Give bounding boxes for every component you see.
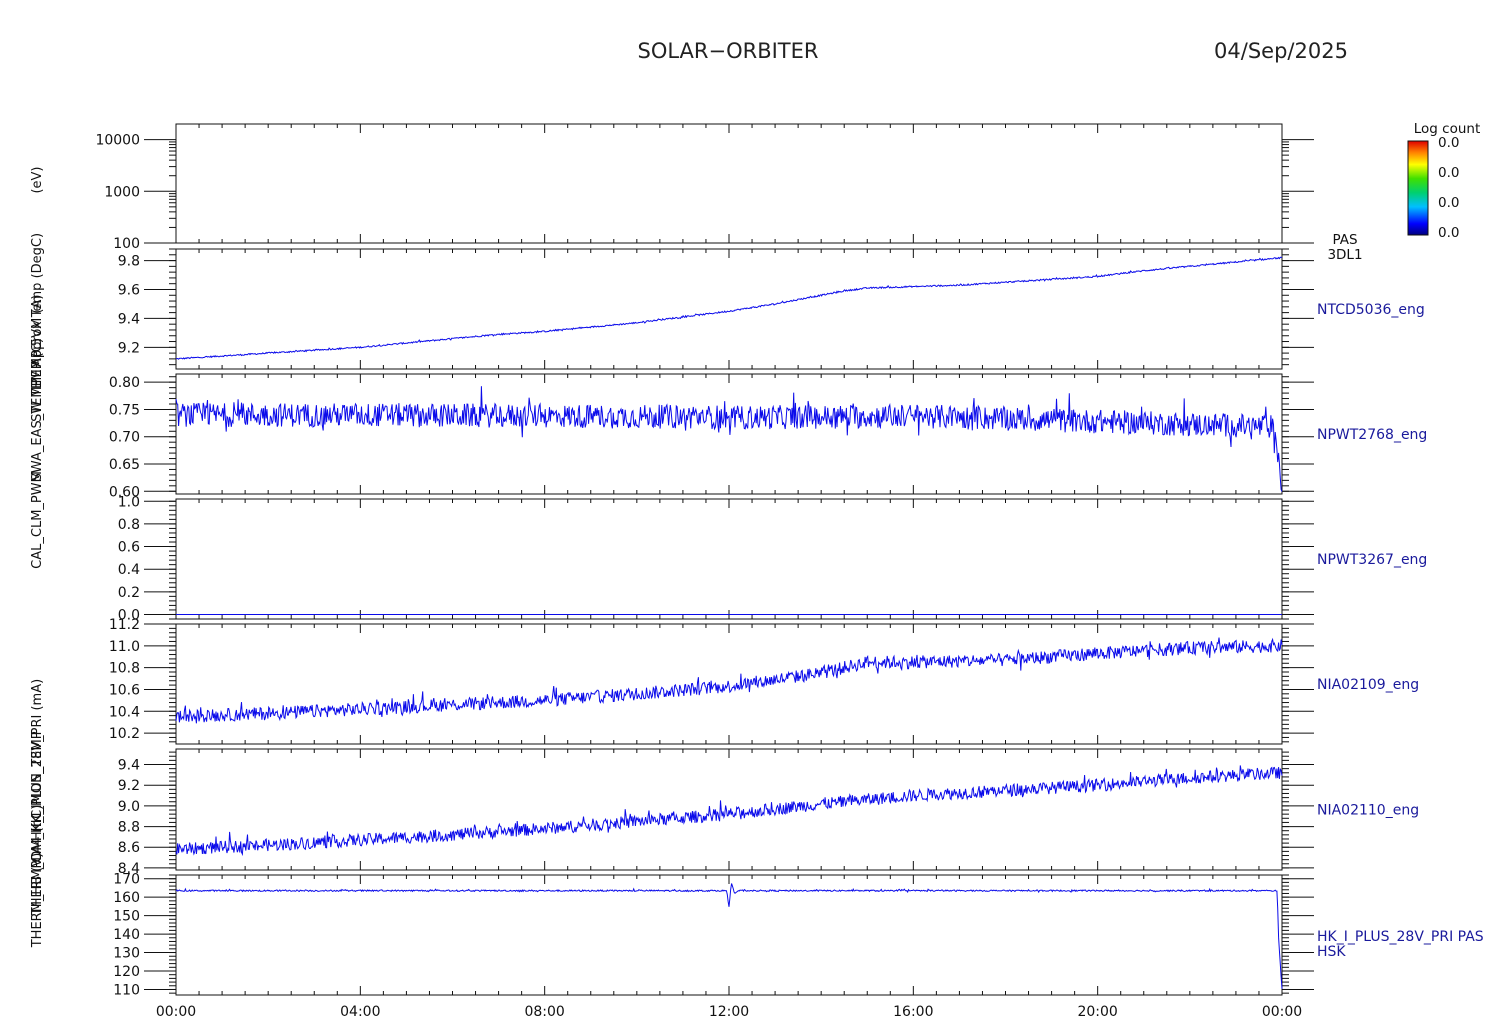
colorbar: Log count 0.0 0.0 0.0 0.0 [1407, 121, 1480, 241]
series-line [175, 883, 1283, 989]
y-tick-label: 10.2 [109, 726, 140, 742]
y-tick-label: 1.0 [118, 494, 140, 510]
panel-frame [175, 373, 1283, 495]
y-tick-label: 9.4 [118, 758, 140, 774]
series-line [175, 256, 1282, 360]
colorbar-gradient [1407, 140, 1429, 236]
x-axis: 00:00 04:00 08:00 12:00 16:00 20:00 00:00 [156, 1004, 1302, 1020]
panel-label: NTCD5036_eng [1317, 302, 1425, 318]
colorbar-label: 0.0 [1438, 135, 1459, 151]
y-tick-label: 170 [113, 872, 140, 888]
x-tick-label: 00:00 [1262, 1004, 1302, 1020]
y-tick-label: 8.8 [118, 820, 140, 836]
y-tick-label: 8.6 [118, 840, 140, 856]
series-line [175, 386, 1283, 492]
x-tick-label: 20:00 [1077, 1004, 1117, 1020]
data-plot: SOLAR−ORBITER 04/Sep/2025 Log count 0.0 … [30, 39, 1484, 1020]
panel-1: 100 1000 10000 PAS3DL1 [95, 123, 1363, 263]
y-tick-label: 11.0 [109, 639, 140, 655]
panel-2: 9.2 9.4 9.6 9.8 NTCD5036_eng [118, 248, 1425, 370]
y-tick-label: 100 [113, 236, 140, 252]
y-axis-label: (eV) [30, 166, 45, 193]
colorbar-label: 0.0 [1438, 225, 1459, 241]
y-tick-label: 0.70 [109, 430, 140, 446]
y-ticks: 100 1000 10000 [95, 133, 1314, 252]
panel-7: 110 120 130 140 150 160 170 HK_I_PLUS_28V_PRI P… [113, 872, 1484, 999]
x-tick-label: 16:00 [893, 1004, 933, 1020]
y-axis-label: THERM_HB (V) [30, 853, 45, 949]
y-tick-label: 9.0 [118, 799, 140, 815]
y-tick-label: 0.8 [118, 517, 140, 533]
colorbar-label: 0.0 [1438, 195, 1459, 211]
y-tick-label: 160 [113, 890, 140, 906]
y-tick-label: 150 [113, 909, 140, 925]
x-tick-label: 12:00 [709, 1004, 749, 1020]
panel-frame [175, 123, 1283, 244]
panel-6: 8.48.68.89.09.29.4NIA02110_eng [118, 748, 1419, 877]
panels: 100 1000 10000 PAS3DL1 9.2 9.4 9.6 9.8 NTCD5036_… [95, 123, 1484, 999]
y-tick-label: 11.2 [109, 617, 140, 633]
y-tick-label: 10.6 [109, 682, 140, 698]
y-tick-label: 9.4 [118, 311, 140, 327]
panel-label: NIA02109_eng [1317, 677, 1419, 693]
panel-5: 10.2 10.4 10.6 10.8 11.0 11.2 NIA02109_eng [109, 617, 1419, 745]
series-line [175, 637, 1283, 724]
panel-label: NPWT2768_eng [1317, 427, 1427, 443]
y-tick-label: 0.65 [109, 457, 140, 473]
y-ticks: 0.600.650.700.750.80 [109, 375, 1314, 500]
y-axis-labels: (eV)Approx Temp (DegC)TEMP 5VM (A)SW TEM… [30, 166, 45, 948]
series-line [175, 765, 1283, 857]
colorbar-label: 0.0 [1438, 165, 1459, 181]
panel-label: HSK [1317, 944, 1346, 960]
y-tick-label: 110 [113, 982, 140, 998]
panel-label: PAS [1332, 232, 1357, 248]
plot-date: 04/Sep/2025 [1214, 39, 1348, 63]
panel-label: NIA02110_eng [1317, 803, 1419, 819]
panel-label: HK_I_PLUS_28V_PRI PAS [1317, 929, 1484, 945]
y-tick-label: 9.8 [118, 254, 140, 270]
x-tick-label: 04:00 [340, 1004, 380, 1020]
y-tick-label: 10000 [95, 133, 140, 149]
y-tick-label: 9.2 [118, 778, 140, 794]
y-ticks: 9.2 9.4 9.6 9.8 [118, 248, 1314, 366]
y-ticks: 0.00.20.40.60.81.0 [118, 494, 1314, 623]
panel-3: 0.600.650.700.750.80NPWT2768_eng [109, 373, 1427, 500]
panel-label: 3DL1 [1327, 247, 1362, 263]
y-tick-label: 9.6 [118, 282, 140, 298]
y-tick-label: 0.75 [109, 402, 140, 418]
y-tick-label: 0.6 [118, 540, 140, 556]
y-tick-label: 1000 [104, 184, 140, 200]
y-ticks: 10.2 10.4 10.6 10.8 11.0 11.2 [109, 617, 1314, 743]
x-tick-label: 00:00 [156, 1004, 196, 1020]
panel-frame [175, 874, 1283, 996]
y-tick-label: 0.80 [109, 375, 140, 391]
y-tick-label: 10.8 [109, 661, 140, 677]
panel-frame [175, 748, 1283, 871]
y-tick-label: 0.2 [118, 585, 140, 601]
panel-frame [175, 248, 1283, 370]
y-axis-label: CAL_CLM_PWM [30, 471, 45, 569]
mission-title: SOLAR−ORBITER [637, 39, 818, 63]
y-tick-label: 9.2 [118, 340, 140, 356]
y-tick-label: 130 [113, 946, 140, 962]
y-tick-label: 140 [113, 927, 140, 943]
panel-label: NPWT3267_eng [1317, 552, 1427, 568]
panel-frame [175, 498, 1283, 620]
y-tick-label: 120 [113, 964, 140, 980]
y-axis-label: SWA_EAS_TEMP [30, 378, 45, 481]
y-tick-label: 0.4 [118, 562, 140, 578]
x-tick-label: 08:00 [524, 1004, 564, 1020]
panel-4: 0.00.20.40.60.81.0NPWT3267_eng [118, 494, 1428, 623]
y-tick-label: 10.4 [109, 704, 140, 720]
